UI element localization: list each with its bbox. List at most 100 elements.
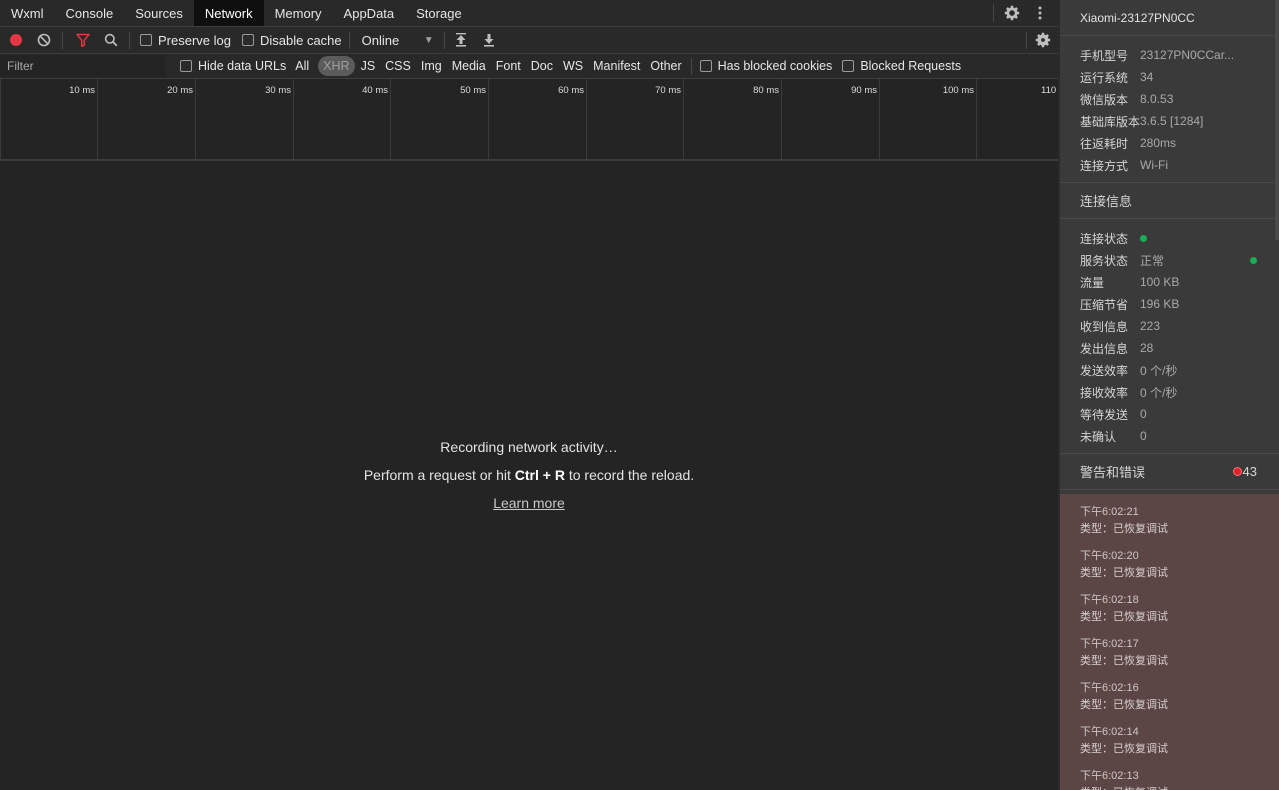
info-row: 基础库版本 3.6.5 [1284] <box>1060 110 1279 132</box>
timeline-gridline <box>976 79 977 159</box>
log-time: 下午6:02:13 <box>1080 770 1139 782</box>
log-time: 下午6:02:16 <box>1080 682 1139 694</box>
timeline-gridline <box>293 79 294 159</box>
tab-sources[interactable]: Sources <box>124 0 194 26</box>
type-filter-img[interactable]: Img <box>416 56 447 76</box>
timeline-overview[interactable]: 10 ms 20 ms 30 ms 40 ms 50 ms 60 ms 70 m… <box>0 79 1058 161</box>
divider <box>1026 31 1027 49</box>
info-key: 连接方式 <box>1080 158 1129 173</box>
timeline-gridline <box>488 79 489 159</box>
type-filter-css[interactable]: CSS <box>380 56 416 76</box>
log-type: 类型：已恢复调试 <box>1080 743 1168 755</box>
hint-text-before: Perform a request or hit <box>363 467 515 483</box>
info-value: 0 个/秒 <box>1140 385 1178 400</box>
type-filter-all[interactable]: All <box>290 56 314 76</box>
info-key: 基础库版本 <box>1080 114 1141 129</box>
throttling-select[interactable]: Online ▼ <box>356 33 434 48</box>
log-time: 下午6:02:20 <box>1080 550 1139 562</box>
warnings-header[interactable]: 警告和错误 43 <box>1060 454 1279 490</box>
learn-more: Learn more <box>0 495 1058 511</box>
checkbox-box[interactable] <box>241 34 254 46</box>
log-entry[interactable]: 下午6:02:18 类型：已恢复调试 <box>1060 592 1279 626</box>
divider <box>62 31 63 49</box>
tabbar-actions <box>993 0 1058 26</box>
divider <box>993 4 994 22</box>
timeline-tick-label: 90 ms <box>851 85 877 96</box>
info-value: 8.0.53 <box>1140 92 1174 106</box>
info-row: 压缩节省 196 KB <box>1060 293 1279 315</box>
info-key: 接收效率 <box>1080 385 1129 400</box>
type-filter-manifest[interactable]: Manifest <box>588 56 645 76</box>
more-vertical-icon[interactable] <box>1030 3 1050 23</box>
log-entry[interactable]: 下午6:02:21 类型：已恢复调试 <box>1060 504 1279 538</box>
timeline-gridline <box>195 79 196 159</box>
info-value: 196 KB <box>1140 297 1180 311</box>
timeline-tick-label: 80 ms <box>753 85 779 96</box>
type-filter-doc[interactable]: Doc <box>526 56 558 76</box>
clear-icon[interactable] <box>34 30 54 50</box>
type-filter-ws[interactable]: WS <box>558 56 588 76</box>
filter-icon[interactable] <box>73 30 93 50</box>
log-entry[interactable]: 下午6:02:17 类型：已恢复调试 <box>1060 636 1279 670</box>
info-row: 往返耗时 280ms <box>1060 132 1279 154</box>
info-row: 手机型号 23127PN0CCar... <box>1060 44 1279 66</box>
import-icon[interactable] <box>451 30 471 50</box>
warnings-counter: 43 <box>1233 464 1257 479</box>
tab-network[interactable]: Network <box>193 0 264 26</box>
learn-more-link[interactable]: Learn more <box>493 495 565 511</box>
log-entry[interactable]: 下午6:02:13 类型：已恢复调试 <box>1060 768 1279 790</box>
hint-text-after: to record the reload. <box>564 467 695 483</box>
timeline-gridline <box>0 79 1 159</box>
export-icon[interactable] <box>479 30 499 50</box>
has-blocked-cookies-checkbox[interactable]: Has blocked cookies <box>699 59 832 73</box>
tab-console[interactable]: Console <box>55 0 125 26</box>
log-time: 下午6:02:17 <box>1080 638 1139 650</box>
timeline-gridline <box>781 79 782 159</box>
info-key: 压缩节省 <box>1080 297 1129 312</box>
hide-data-urls-checkbox[interactable]: Hide data URLs <box>180 59 286 73</box>
remote-debug-panel: Xiaomi-23127PN0CC 手机型号 23127PN0CCar... 运行… <box>1058 0 1279 790</box>
type-filter-js[interactable]: JS <box>356 56 381 76</box>
log-type: 类型：已恢复调试 <box>1080 699 1168 711</box>
disable-cache-label: Disable cache <box>259 32 342 48</box>
log-time: 下午6:02:21 <box>1080 506 1139 518</box>
type-filter-other[interactable]: Other <box>645 56 686 76</box>
filter-input[interactable] <box>0 55 166 77</box>
throttling-value: Online <box>361 32 400 48</box>
tab-appdata[interactable]: AppData <box>333 0 406 26</box>
info-value: 34 <box>1140 70 1154 84</box>
blocked-requests-checkbox[interactable]: Blocked Requests <box>842 59 961 73</box>
timeline-gridline <box>390 79 391 159</box>
info-value: 223 <box>1140 319 1161 333</box>
tab-memory[interactable]: Memory <box>264 0 333 26</box>
info-key: 流量 <box>1080 275 1105 290</box>
search-icon[interactable] <box>101 30 121 50</box>
type-filter-media[interactable]: Media <box>447 56 491 76</box>
info-key: 微信版本 <box>1080 92 1129 107</box>
disable-cache-checkbox[interactable]: Disable cache <box>241 32 342 48</box>
checkbox-box[interactable] <box>699 60 712 72</box>
gear-icon[interactable] <box>1033 30 1053 50</box>
type-filter-font[interactable]: Font <box>491 56 526 76</box>
type-filter-xhr[interactable]: XHR <box>318 56 355 76</box>
info-value: 3.6.5 [1284] <box>1140 114 1204 128</box>
log-entry[interactable]: 下午6:02:16 类型：已恢复调试 <box>1060 680 1279 714</box>
tab-wxml[interactable]: Wxml <box>0 0 55 26</box>
checkbox-box[interactable] <box>140 34 152 46</box>
gear-icon[interactable] <box>1002 3 1022 23</box>
preserve-log-checkbox[interactable]: Preserve log <box>140 33 231 48</box>
chevron-down-icon: ▼ <box>423 34 434 46</box>
checkbox-box[interactable] <box>842 60 855 72</box>
log-entry[interactable]: 下午6:02:20 类型：已恢复调试 <box>1060 548 1279 582</box>
info-key: 等待发送 <box>1080 407 1129 422</box>
resource-type-filters: All XHR JS CSS Img Media Font Doc WS Man… <box>290 56 686 76</box>
info-row: 等待发送 0 <box>1060 403 1279 425</box>
timeline-tick-label: 50 ms <box>460 85 486 96</box>
info-key: 往返耗时 <box>1080 136 1129 151</box>
timeline-gridline <box>97 79 98 159</box>
timeline-tick-label: 100 ms <box>942 85 974 96</box>
checkbox-box[interactable] <box>180 60 192 72</box>
record-icon[interactable] <box>6 30 26 50</box>
tab-storage[interactable]: Storage <box>405 0 473 26</box>
log-entry[interactable]: 下午6:02:14 类型：已恢复调试 <box>1060 724 1279 758</box>
